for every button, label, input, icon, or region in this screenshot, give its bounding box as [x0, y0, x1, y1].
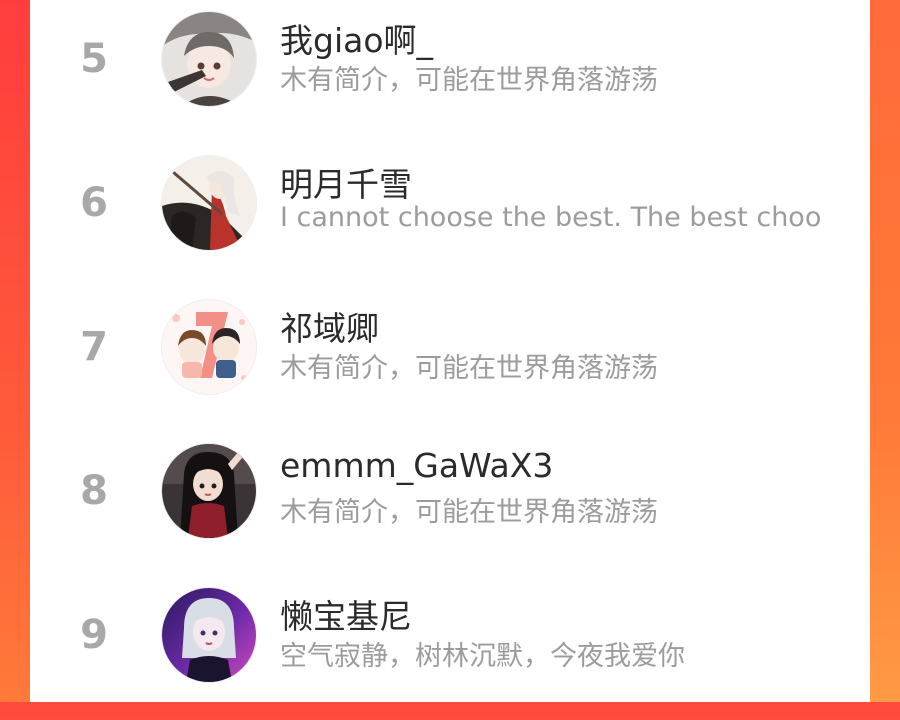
ranking-row[interactable]: 8 emmm_GaWaX3 木有简介，可能在世界角落游荡 [30, 432, 870, 576]
user-name: 懒宝基尼 [280, 597, 412, 636]
rank-number: 7 [80, 324, 108, 370]
ranking-row[interactable]: 7 祁域卿 木有简介，可能在世界角落游荡 [30, 288, 870, 432]
avatar-image [162, 156, 256, 250]
user-bio: I cannot choose the best. The best choo [280, 202, 822, 233]
rank-number: 6 [80, 180, 108, 226]
user-name: emmm_GaWaX3 [280, 446, 554, 485]
user-name: 祁域卿 [280, 309, 379, 348]
avatar[interactable] [162, 588, 256, 682]
rank-number: 8 [80, 468, 108, 514]
rank-number: 9 [80, 612, 108, 658]
user-bio: 木有简介，可能在世界角落游荡 [280, 65, 658, 96]
ranking-row[interactable]: 6 明月千雪 I cannot choose the best. The bes… [30, 144, 870, 288]
avatar[interactable] [162, 444, 256, 538]
rank-number: 5 [80, 36, 108, 82]
avatar-image [162, 300, 256, 394]
user-bio: 木有简介，可能在世界角落游荡 [280, 497, 658, 528]
avatar[interactable] [162, 156, 256, 250]
avatar-image [162, 444, 256, 538]
ranking-row[interactable]: 5 我giao啊_ 木有简介，可能在世界角落游荡 [30, 0, 870, 144]
user-name: 明月千雪 [280, 165, 412, 204]
avatar[interactable] [162, 300, 256, 394]
user-name: 我giao啊_ [280, 21, 434, 60]
user-bio: 木有简介，可能在世界角落游荡 [280, 353, 658, 384]
left-gradient-border [0, 0, 30, 702]
right-gradient-border [870, 0, 900, 702]
avatar-image [162, 588, 256, 682]
avatar-image [162, 12, 256, 106]
avatar[interactable] [162, 12, 256, 106]
ranking-row[interactable]: 9 懒宝基尼 空气寂静，树林沉默，今夜我爱你 [30, 576, 870, 720]
user-bio: 空气寂静，树林沉默，今夜我爱你 [280, 641, 685, 672]
ranking-list: 5 我giao啊_ 木有简介，可能在世界角落游荡 6 明月千雪 I cannot… [30, 0, 870, 702]
